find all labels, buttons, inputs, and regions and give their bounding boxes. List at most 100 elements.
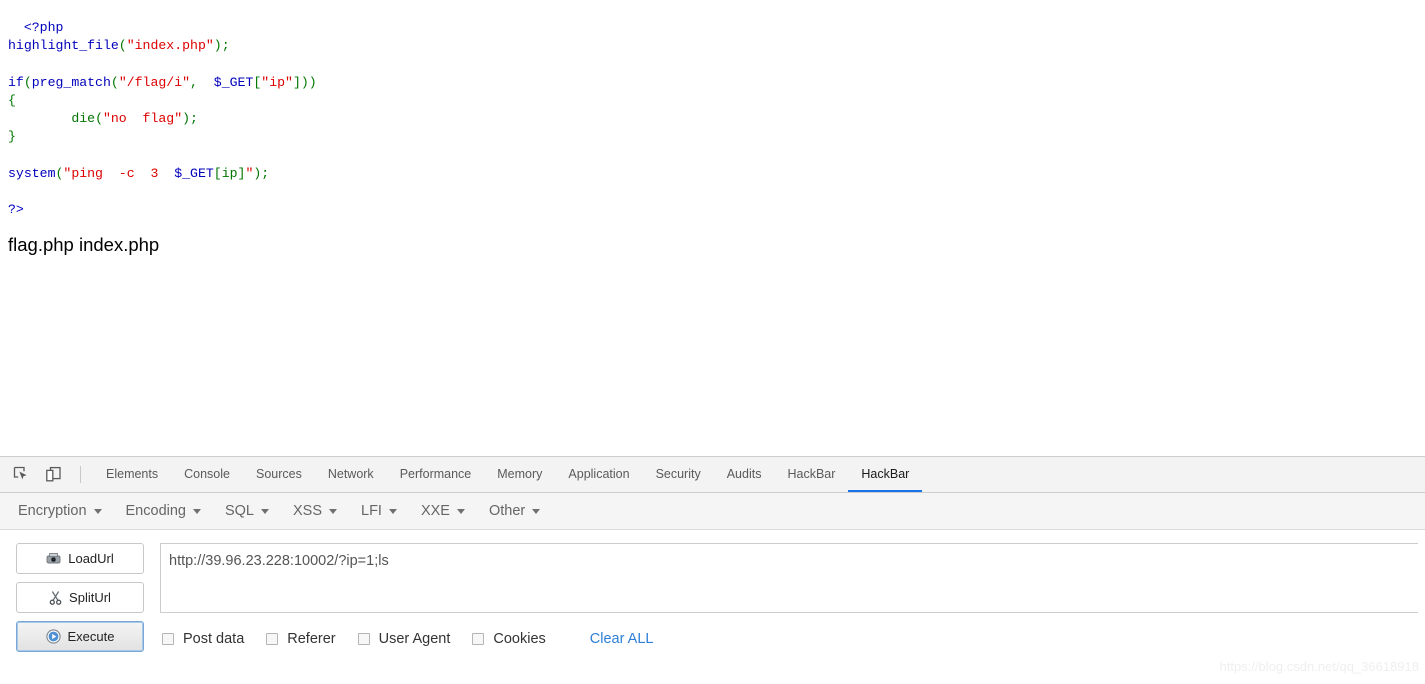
chevron-down-icon (388, 508, 397, 514)
hackbar-menu-other[interactable]: Other (488, 503, 541, 519)
loadurl-button[interactable]: LoadUrl (16, 543, 144, 574)
devtools-tab-security[interactable]: Security (643, 457, 714, 492)
spliturl-button[interactable]: SplitUrl (16, 582, 144, 613)
play-icon (45, 629, 61, 644)
chevron-down-icon (532, 508, 541, 514)
hackbar-menubar: Encryption Encoding SQL XSS LFI XXE Other (0, 493, 1425, 530)
code-token: $_GET (174, 165, 214, 181)
hackbar-menu-label: Encoding (125, 503, 186, 519)
devtools-tab-network[interactable]: Network (315, 457, 387, 492)
hackbar-menu-lfi[interactable]: LFI (361, 503, 397, 519)
hackbar-body: LoadUrl SplitUrl Execute Post data Referer U… (0, 530, 1425, 660)
code-token: ; (190, 111, 198, 127)
php-source-code: <?php highlight_file("index.php"); if(pr… (0, 13, 1425, 219)
checkbox-post-data[interactable]: Post data (162, 631, 244, 647)
code-token: [ (213, 165, 222, 181)
device-toolbar-icon[interactable] (40, 457, 66, 492)
code-token: "/flag/i" (118, 74, 191, 90)
hackbar-request-area: Post data Referer User Agent Cookies Clear A… (160, 543, 1425, 660)
code-token: "no flag" (102, 111, 183, 127)
code-token: "index.php" (126, 38, 214, 54)
checkbox-box-icon[interactable] (357, 633, 370, 645)
checkbox-box-icon[interactable] (162, 633, 174, 645)
code-token: if (8, 74, 24, 90)
checkbox-cookies[interactable]: Cookies (472, 631, 546, 647)
hackbar-menu-label: Encryption (18, 503, 87, 519)
hackbar-menu-xss[interactable]: XSS (293, 503, 338, 519)
hackbar-menu-sql[interactable]: SQL (225, 503, 269, 519)
chevron-down-icon (329, 508, 338, 514)
code-token: ?> (8, 202, 24, 218)
devtools-panel: Elements Console Sources Network Performance… (0, 456, 1425, 684)
url-input[interactable] (160, 543, 1418, 613)
chevron-down-icon (456, 508, 465, 514)
devtools-tab-elements[interactable]: Elements (93, 457, 171, 492)
checkbox-referer[interactable]: Referer (266, 631, 336, 647)
code-token: preg_match (31, 74, 111, 90)
hackbar-menu-xxe[interactable]: XXE (421, 503, 465, 519)
code-token: ( (23, 74, 32, 90)
devtools-tab-application[interactable]: Application (555, 457, 642, 492)
code-token: $_GET (213, 74, 254, 90)
devtools-tab-hackbar[interactable]: HackBar (774, 457, 848, 492)
load-url-icon (46, 552, 61, 566)
button-label: SplitUrl (69, 590, 111, 605)
scissors-icon (49, 590, 62, 605)
code-token: ) (308, 74, 317, 90)
code-token: "ping -c 3 (63, 165, 175, 181)
code-token: die (71, 111, 96, 127)
code-token: , (190, 74, 198, 90)
devtools-tab-audits[interactable]: Audits (714, 457, 775, 492)
code-token: { (8, 93, 16, 108)
hackbar-menu-label: Other (488, 503, 526, 519)
toolbar-divider (80, 466, 81, 483)
checkbox-label: Cookies (493, 631, 546, 647)
clear-all-link[interactable]: Clear ALL (590, 631, 654, 647)
checkbox-user-agent[interactable]: User Agent (357, 631, 450, 647)
code-token: ( (118, 38, 127, 54)
hackbar-menu-encryption[interactable]: Encryption (18, 503, 102, 519)
checkbox-box-icon[interactable] (266, 633, 279, 645)
code-token: ; (261, 165, 270, 181)
code-token: ( (95, 111, 103, 127)
code-token: "ip" (261, 74, 293, 90)
code-token: ip (221, 165, 238, 181)
hackbar-menu-encoding[interactable]: Encoding (126, 503, 201, 519)
code-token: ) (213, 38, 222, 54)
code-token: system (8, 165, 56, 181)
code-token: ) (182, 111, 191, 127)
chevron-down-icon (261, 508, 269, 514)
checkbox-label: Referer (287, 631, 336, 647)
hackbar-options-row: Post data Referer User Agent Cookies Clear A… (160, 631, 1425, 647)
devtools-tab-performance[interactable]: Performance (387, 457, 485, 492)
code-token: } (8, 129, 16, 145)
execute-button[interactable]: Execute (16, 621, 144, 652)
chevron-down-icon (192, 508, 201, 514)
hackbar-menu-label: LFI (361, 503, 382, 519)
devtools-tab-memory[interactable]: Memory (484, 457, 555, 492)
devtools-tab-hackbar-active[interactable]: HackBar (848, 457, 923, 492)
checkbox-label: Post data (183, 631, 245, 647)
button-label: LoadUrl (68, 551, 114, 566)
hackbar-menu-label: SQL (224, 503, 254, 519)
command-output-text: flag.php index.php (8, 233, 160, 255)
browser-page-content: <?php highlight_file("index.php"); if(pr… (0, 0, 1425, 456)
code-token: ; (221, 38, 230, 54)
button-label: Execute (67, 629, 115, 644)
code-token: ( (110, 74, 119, 90)
devtools-tabstrip: Elements Console Sources Network Performance… (0, 457, 1425, 493)
code-token: <?php (23, 20, 64, 36)
devtools-tab-sources[interactable]: Sources (243, 457, 315, 492)
blog-watermark: https://blog.csdn.net/qq_36618918 (1219, 659, 1420, 674)
code-token: highlight_file (8, 38, 119, 54)
chevron-down-icon (93, 508, 102, 514)
checkbox-box-icon[interactable] (472, 633, 485, 645)
hackbar-action-buttons: LoadUrl SplitUrl Execute (0, 543, 160, 660)
hackbar-menu-label: XXE (420, 503, 450, 519)
devtools-tab-console[interactable]: Console (171, 457, 243, 492)
inspect-element-icon[interactable] (8, 457, 34, 492)
hackbar-menu-label: XSS (293, 503, 323, 519)
